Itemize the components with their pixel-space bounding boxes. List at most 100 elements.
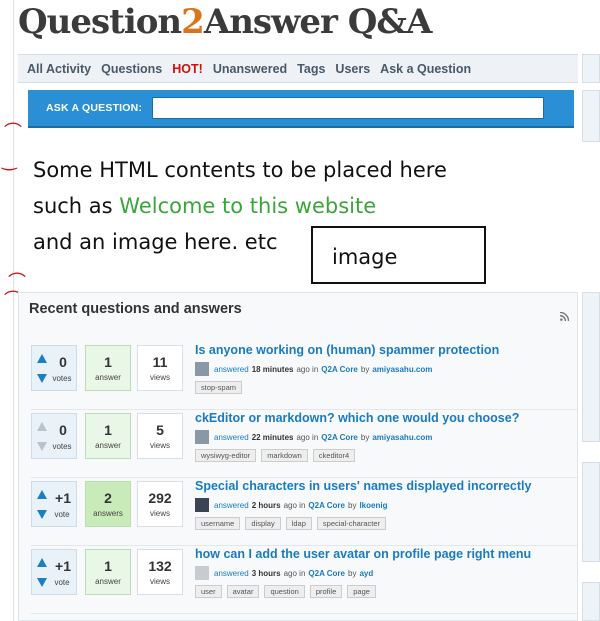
sidebar-fragment: [582, 582, 600, 621]
question-title-link[interactable]: Special characters in users' names displ…: [195, 479, 531, 493]
tag-list: user avatar question profile page: [195, 585, 381, 598]
nav-all-activity[interactable]: All Activity: [27, 62, 91, 76]
image-placeholder: image: [311, 226, 486, 284]
category-link[interactable]: Q2A Core: [321, 433, 358, 442]
vote-label: vote: [54, 578, 70, 587]
recent-questions-section: Recent questions and answers 0 votes 1 a…: [18, 292, 578, 621]
tag[interactable]: display: [245, 517, 281, 530]
annotation-line: Some HTML contents to be placed here: [33, 158, 447, 182]
question-item: 0 votes 1 answer 5 views ckEditor or mar…: [31, 411, 577, 479]
ask-question-input[interactable]: [152, 97, 544, 119]
nav-users[interactable]: Users: [335, 62, 370, 76]
vote-count: 0: [59, 422, 67, 438]
view-label: views: [149, 509, 170, 518]
tag[interactable]: ckeditor4: [312, 449, 356, 462]
vote-box: +1 vote: [31, 549, 77, 595]
meta-action[interactable]: answered: [214, 569, 249, 578]
vote-count: +1: [55, 490, 71, 506]
divider: [31, 477, 577, 478]
user-link[interactable]: lkoenig: [359, 501, 387, 510]
vote-up-icon[interactable]: [37, 422, 47, 431]
nav-tags[interactable]: Tags: [297, 62, 325, 76]
question-title-link[interactable]: Is anyone working on (human) spammer pro…: [195, 343, 499, 357]
answer-label: answer: [95, 441, 121, 450]
sidebar-fragment: [582, 54, 600, 83]
answer-count-box: 2 answers: [85, 481, 131, 527]
view-count-box: 5 views: [137, 413, 183, 459]
sidebar-fragment: [582, 462, 600, 562]
tag[interactable]: username: [195, 517, 241, 530]
nav-hot[interactable]: HOT!: [172, 62, 203, 76]
answer-count-box: 1 answer: [85, 549, 131, 595]
tag[interactable]: profile: [309, 585, 343, 598]
question-item: 0 votes 1 answer 11 views Is anyone work…: [31, 343, 577, 411]
user-link[interactable]: amiyasahu.com: [372, 365, 432, 374]
site-logo[interactable]: Question2Answer Q&A: [18, 2, 432, 48]
answer-count: 1: [104, 422, 112, 438]
meta-action[interactable]: answered: [214, 365, 249, 374]
vote-down-icon[interactable]: [37, 374, 47, 383]
answer-count: 1: [104, 354, 112, 370]
tag[interactable]: page: [347, 585, 376, 598]
vote-up-icon[interactable]: [37, 354, 47, 363]
tag-list: stop-spam: [195, 381, 247, 394]
nav-ask-question[interactable]: Ask a Question: [380, 62, 471, 76]
section-heading: Recent questions and answers: [29, 301, 242, 317]
vote-down-icon[interactable]: [37, 442, 47, 451]
avatar[interactable]: [195, 566, 209, 580]
nav-questions[interactable]: Questions: [101, 62, 162, 76]
vote-label: votes: [52, 374, 72, 383]
view-label: views: [149, 577, 170, 586]
view-count-box: 132 views: [137, 549, 183, 595]
question-title-link[interactable]: how can I add the user avatar on profile…: [195, 547, 531, 561]
question-item: +1 vote 2 answers 292 views Special char…: [31, 479, 577, 547]
tag[interactable]: ldap: [285, 517, 312, 530]
vote-down-icon[interactable]: [37, 578, 47, 587]
view-count: 292: [148, 490, 172, 506]
divider: [31, 409, 577, 410]
tag[interactable]: special-character: [316, 517, 387, 530]
tag[interactable]: wysiwyg-editor: [195, 449, 257, 462]
tag[interactable]: stop-spam: [195, 381, 243, 394]
user-link[interactable]: amiyasahu.com: [372, 433, 432, 442]
category-link[interactable]: Q2A Core: [321, 365, 358, 374]
annotation-line: such as Welcome to this website: [33, 194, 377, 218]
red-annotation-mark: ⌒: [4, 122, 22, 142]
vote-down-icon[interactable]: [37, 510, 47, 519]
category-link[interactable]: Q2A Core: [308, 569, 345, 578]
red-annotation-mark: ‿: [2, 150, 17, 170]
tag[interactable]: avatar: [226, 585, 260, 598]
avatar[interactable]: [195, 498, 209, 512]
view-count-box: 11 views: [137, 345, 183, 391]
tag-list: username display ldap special-character: [195, 517, 391, 530]
vote-up-icon[interactable]: [37, 558, 47, 567]
vote-count: 0: [59, 354, 67, 370]
vote-count: +1: [55, 558, 71, 574]
question-title-link[interactable]: ckEditor or markdown? which one would yo…: [195, 411, 519, 425]
rss-icon[interactable]: [560, 312, 569, 321]
ask-question-bar: ASK A QUESTION:: [28, 90, 574, 128]
vote-label: votes: [52, 442, 72, 451]
view-count: 132: [148, 558, 172, 574]
vote-up-icon[interactable]: [37, 490, 47, 499]
category-link[interactable]: Q2A Core: [308, 501, 345, 510]
tag[interactable]: question: [264, 585, 305, 598]
vote-box: +1 vote: [31, 481, 77, 527]
meta-action[interactable]: answered: [214, 501, 249, 510]
view-label: views: [149, 441, 170, 450]
tag[interactable]: user: [195, 585, 222, 598]
answer-count-box: 1 answer: [85, 345, 131, 391]
question-meta: answered 18 minutes ago in Q2A Core by ami…: [195, 362, 435, 376]
user-link[interactable]: ayd: [359, 569, 373, 578]
question-meta: answered 3 hours ago in Q2A Core by ayd: [195, 566, 376, 580]
tag[interactable]: markdown: [261, 449, 308, 462]
question-item: +1 vote 1 answer 132 views how can I add…: [31, 547, 577, 615]
answer-label: answer: [95, 373, 121, 382]
meta-action[interactable]: answered: [214, 433, 249, 442]
nav-unanswered[interactable]: Unanswered: [213, 62, 287, 76]
sidebar-fragment: [582, 90, 600, 142]
vote-box: 0 votes: [31, 413, 77, 459]
avatar[interactable]: [195, 430, 209, 444]
avatar[interactable]: [195, 362, 209, 376]
view-label: views: [149, 373, 170, 382]
